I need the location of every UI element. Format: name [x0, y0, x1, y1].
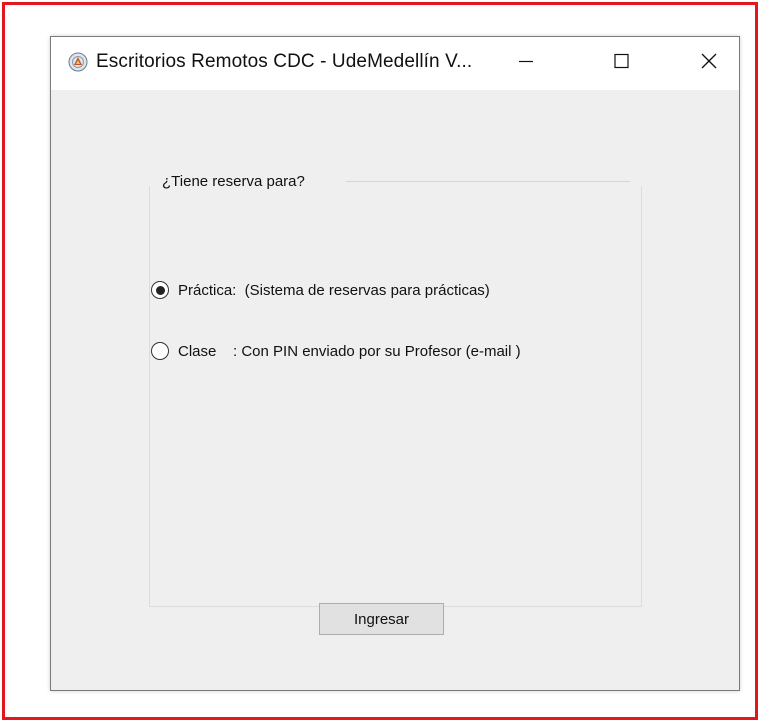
app-emblem-icon [68, 52, 88, 72]
maximize-button[interactable] [592, 37, 650, 90]
class-radio[interactable] [151, 342, 169, 360]
practice-radio[interactable] [151, 281, 169, 299]
close-button[interactable] [680, 37, 738, 90]
maximize-icon [611, 51, 631, 76]
minimize-icon [516, 51, 536, 76]
window-content: ¿Tiene reserva para? Práctica: (Sistema … [51, 90, 739, 690]
group-divider [346, 181, 630, 182]
practice-option-label: Práctica: (Sistema de reservas para prác… [178, 281, 490, 299]
class-option-label: Clase : Con PIN enviado por su Profesor … [178, 342, 521, 360]
practice-option[interactable]: Práctica: (Sistema de reservas para prác… [151, 279, 490, 301]
title-bar[interactable]: Escritorios Remotos CDC - UdeMedellín V.… [51, 37, 739, 90]
close-icon [699, 51, 719, 76]
window-title: Escritorios Remotos CDC - UdeMedellín V.… [96, 51, 473, 72]
group-title: ¿Tiene reserva para? [160, 173, 307, 190]
app-window: Escritorios Remotos CDC - UdeMedellín V.… [50, 36, 740, 691]
reservation-group-box [149, 186, 642, 607]
class-option[interactable]: Clase : Con PIN enviado por su Profesor … [151, 340, 521, 362]
ingresar-button[interactable]: Ingresar [319, 603, 444, 635]
minimize-button[interactable] [497, 37, 555, 90]
